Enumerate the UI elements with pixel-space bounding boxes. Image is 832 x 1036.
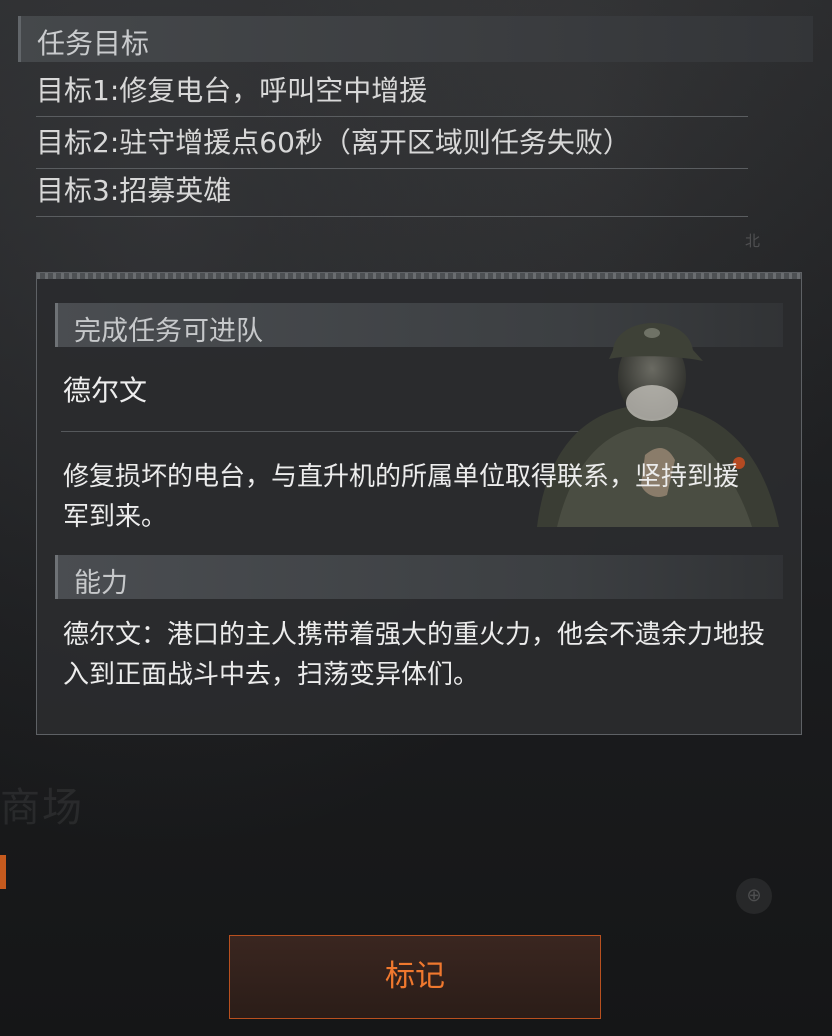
mark-button[interactable]: 标记 [229, 935, 601, 1019]
hero-info-card: 完成任务可进队 德尔文 修复损坏的电台，与直升机的所属单位取得联系，坚持到援军到… [36, 272, 802, 735]
objective-2: 目标2:驻守增援点60秒（离开区域则任务失败） [36, 124, 748, 169]
map-north-label: 北 [745, 232, 761, 250]
edge-marker [0, 855, 6, 889]
hero-name: 德尔文 [63, 374, 148, 407]
ability-description: 德尔文：港口的主人携带着强大的重火力，他会不遗余力地投入到正面战斗中去，扫荡变异… [63, 620, 766, 690]
mission-title: 任务目标 [37, 27, 150, 60]
mission-objectives-header: 任务目标 [18, 16, 813, 62]
objective-1: 目标1:修复电台，呼叫空中增援 [36, 72, 748, 117]
ability-label: 能力 [55, 555, 783, 599]
join-team-text: 完成任务可进队 [74, 316, 263, 347]
ability-label-text: 能力 [74, 568, 128, 599]
objective-3: 目标3:招募英雄 [36, 172, 748, 217]
hero-description: 修复损坏的电台，与直升机的所属单位取得联系，坚持到援军到来。 [63, 462, 740, 532]
map-marker-icon: ⊕ [736, 878, 772, 914]
map-area-label: 商场 [0, 785, 84, 831]
card-top-bar [37, 273, 801, 279]
